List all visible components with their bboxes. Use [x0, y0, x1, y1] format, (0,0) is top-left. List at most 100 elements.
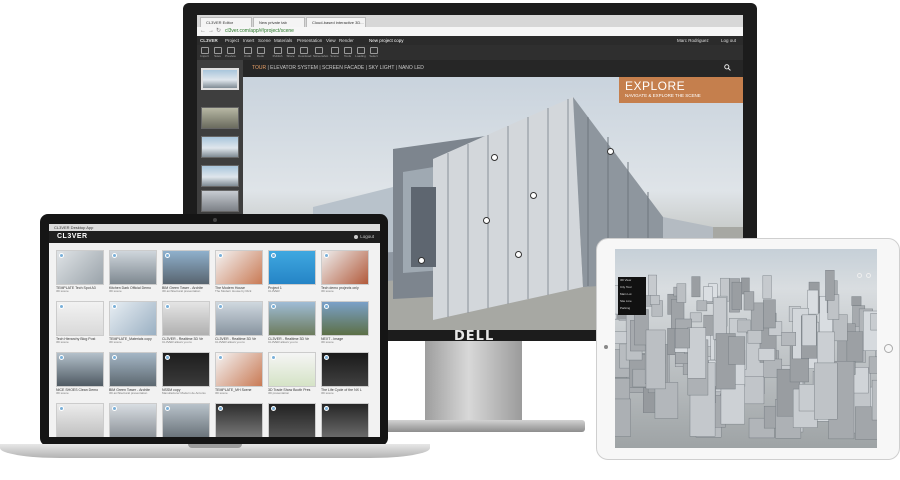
- project-card[interactable]: Product: [321, 403, 369, 437]
- slide-thumbnail[interactable]: [201, 107, 239, 129]
- user-icon: [354, 234, 359, 239]
- project-card[interactable]: Kitchen Dark Official Demo 3D scene: [109, 250, 157, 294]
- slide-thumbnail[interactable]: [201, 68, 239, 90]
- city-building: [870, 313, 877, 331]
- menu-project[interactable]: Project: [225, 36, 239, 45]
- tab-nano-led[interactable]: NANO LED: [398, 65, 424, 71]
- home-button[interactable]: [884, 344, 893, 353]
- hotspot-info-icon[interactable]: [483, 217, 490, 224]
- menu-item-3d-view[interactable]: 3D View: [620, 278, 631, 282]
- slide-thumbnail[interactable]: [201, 190, 239, 212]
- scene-icon: [330, 47, 339, 54]
- tab-elevator-system[interactable]: ELEVATOR SYSTEM: [270, 65, 318, 71]
- tools-button[interactable]: Tools: [342, 47, 353, 58]
- hotspot-info-icon[interactable]: [607, 148, 614, 155]
- menu-presentation[interactable]: Presentation: [297, 36, 322, 45]
- menu-item-parking[interactable]: Parking: [620, 306, 630, 310]
- project-card[interactable]: Tech demo projects only 3D scene: [321, 250, 369, 294]
- project-badge-icon: [165, 304, 170, 309]
- browser-tab[interactable]: CL3VER Editor: [200, 17, 252, 27]
- app-toolbar: Import Save Preview Undo Redo Publish Sh…: [197, 45, 743, 61]
- menu-item-site-line[interactable]: Site Line: [620, 299, 632, 303]
- menu-item-city-tour[interactable]: City Tour: [620, 285, 632, 289]
- menu-insert[interactable]: Insert: [243, 36, 254, 45]
- project-card[interactable]: Tech Hierarchy Blog Post 3D scene: [56, 301, 104, 345]
- reload-icon[interactable]: ↻: [216, 28, 221, 35]
- project-card[interactable]: 3D Trade Show Booth Pres 3D presentation: [268, 352, 316, 396]
- select-button[interactable]: Select: [368, 47, 379, 58]
- project-card[interactable]: TEMPLATE_MH Scene 3D scene: [215, 352, 263, 396]
- project-thumbnail: [215, 250, 263, 285]
- explore-panel[interactable]: EXPLORE NAVIGATE & EXPLORE THE SCENE: [619, 77, 743, 103]
- project-card[interactable]: CL3VER - Realtime 3D Ve CL3VER allows you…: [162, 301, 210, 345]
- browser-tab[interactable]: New private tab: [253, 17, 305, 27]
- share-icon: [286, 47, 295, 54]
- tab-screen-facade[interactable]: SCREEN FACADE: [322, 65, 364, 71]
- import-button[interactable]: Import: [199, 47, 210, 58]
- project-card[interactable]: BIM Green Tower - Archite 3D architectura…: [162, 250, 210, 294]
- project-card[interactable]: Project 1 CL3VER: [268, 250, 316, 294]
- hotspot-camera-icon[interactable]: [491, 154, 498, 161]
- city-building: [871, 379, 877, 421]
- tablet-screen[interactable]: 3D View City Tour Main Lot Site Line Par…: [615, 249, 877, 448]
- slide-thumbnail[interactable]: [201, 165, 239, 187]
- hotspot-camera-icon[interactable]: [418, 257, 425, 264]
- tab-sky-light[interactable]: SKY LIGHT: [368, 65, 394, 71]
- city-building: [758, 348, 776, 361]
- logout-button[interactable]: Logout: [354, 231, 374, 243]
- menu-scene[interactable]: Scene: [258, 36, 271, 45]
- project-thumbnail: [109, 301, 157, 336]
- project-thumbnail: [56, 352, 104, 387]
- menu-item-main-lot[interactable]: Main Lot: [620, 292, 632, 296]
- scene-button[interactable]: Scene: [329, 47, 340, 58]
- project-card[interactable]: Dark room: [268, 403, 316, 437]
- project-card[interactable]: NSSM copy Manufacturer Modern de Antonio: [162, 352, 210, 396]
- project-card[interactable]: BIM Green Tower - Archite 3D architectura…: [109, 352, 157, 396]
- back-icon[interactable]: ←: [200, 28, 206, 35]
- redo-button[interactable]: Redo: [255, 47, 266, 58]
- menu-materials[interactable]: Materials: [274, 36, 292, 45]
- project-thumbnail: [215, 301, 263, 336]
- settings-icon[interactable]: [857, 273, 862, 278]
- project-card[interactable]: Concept: [215, 403, 263, 437]
- save-button[interactable]: Save: [212, 47, 223, 58]
- project-card[interactable]: NICE SHOES Clean Demo 3D scene: [56, 352, 104, 396]
- browser-tab[interactable]: Cloud-based interactive 3D...: [306, 17, 366, 27]
- project-badge-icon: [218, 253, 223, 258]
- project-thumbnail: [268, 250, 316, 285]
- project-card[interactable]: The Life Cycle of the NX L 3D scene: [321, 352, 369, 396]
- city-render: [615, 270, 877, 440]
- project-card[interactable]: Office tower: [109, 403, 157, 437]
- share-button[interactable]: Share: [285, 47, 296, 58]
- project-thumbnail: [109, 250, 157, 285]
- project-card[interactable]: TEMPLATE Tech Spot A3 3D scene: [56, 250, 104, 294]
- project-card[interactable]: NEXT - Image 3D scene: [321, 301, 369, 345]
- screenshot-button[interactable]: Screenshot: [313, 47, 328, 58]
- project-card[interactable]: CL3VER - Realtime 3D Ve CL3VER allows you…: [215, 301, 263, 345]
- undo-icon: [243, 47, 252, 54]
- tab-tour[interactable]: TOUR: [252, 65, 266, 71]
- download-button[interactable]: Download: [298, 47, 311, 58]
- project-card[interactable]: TEMPLATE_Materials copy 3D scene: [109, 301, 157, 345]
- slide-thumbnail[interactable]: [201, 136, 239, 158]
- project-card[interactable]: City block: [162, 403, 210, 437]
- hotspot-camera-icon[interactable]: [530, 192, 537, 199]
- project-grid: TEMPLATE Tech Spot A3 3D scene Kitchen Dar…: [49, 243, 380, 437]
- project-card[interactable]: The Modern House The Modern House by Rick: [215, 250, 263, 294]
- menu-view[interactable]: View: [326, 36, 336, 45]
- menu-render[interactable]: Render: [339, 36, 354, 45]
- project-card[interactable]: CL3VER - Realtime 3D Ve CL3VER allows you…: [268, 301, 316, 345]
- forward-icon[interactable]: →: [208, 28, 214, 35]
- city-building: [650, 295, 660, 305]
- loading-button[interactable]: Loading: [355, 47, 366, 58]
- project-card[interactable]: Project 7: [56, 403, 104, 437]
- logout-link[interactable]: Log out: [721, 36, 736, 45]
- preview-button[interactable]: Preview: [225, 47, 236, 58]
- project-badge-icon: [271, 253, 276, 258]
- user-name[interactable]: Marc Rodriguez: [677, 36, 709, 45]
- undo-button[interactable]: Undo: [242, 47, 253, 58]
- publish-button[interactable]: Publish: [272, 47, 283, 58]
- fullscreen-icon[interactable]: [866, 273, 871, 278]
- hotspot-info-icon[interactable]: [515, 251, 522, 258]
- search-icon[interactable]: [724, 64, 731, 71]
